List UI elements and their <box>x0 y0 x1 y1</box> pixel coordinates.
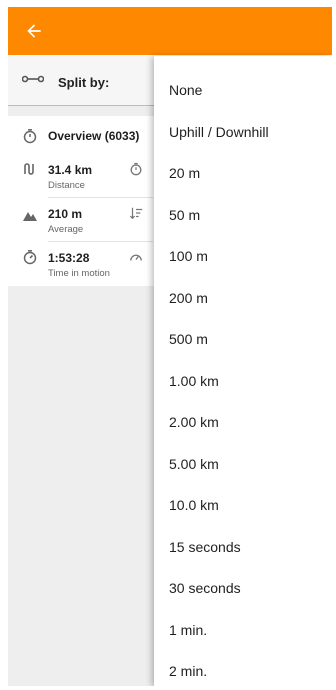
menu-item-5km[interactable]: 5.00 km <box>154 444 332 486</box>
menu-item-100m[interactable]: 100 m <box>154 236 332 278</box>
split-by-label: Split by: <box>58 75 110 90</box>
menu-item-2-min[interactable]: 2 min. <box>154 651 332 686</box>
menu-item-200m[interactable]: 200 m <box>154 278 332 320</box>
menu-item-15-seconds[interactable]: 15 seconds <box>154 527 332 569</box>
menu-item-none[interactable]: None <box>154 70 332 112</box>
distance-row: 31.4 km Distance <box>8 154 153 198</box>
menu-item-1-min[interactable]: 1 min. <box>154 610 332 652</box>
menu-item-20m[interactable]: 20 m <box>154 153 332 195</box>
distance-value: 31.4 km <box>48 163 93 177</box>
menu-item-30-seconds[interactable]: 30 seconds <box>154 568 332 610</box>
arrow-back-icon[interactable] <box>24 21 44 41</box>
mountain-icon <box>23 212 37 221</box>
stopwatch-icon <box>130 162 142 176</box>
menu-item-50m[interactable]: 50 m <box>154 195 332 237</box>
sort-icon <box>129 207 143 220</box>
split-by-dropdown-menu: None Uphill / Downhill 20 m 50 m 100 m 2… <box>154 56 332 686</box>
moving-time-icon <box>23 250 37 265</box>
time-value: 1:53:28 <box>48 251 90 265</box>
elevation-label: Average <box>48 224 84 235</box>
elevation-value: 210 m <box>48 207 83 221</box>
menu-item-2km[interactable]: 2.00 km <box>154 402 332 444</box>
speedometer-icon <box>130 254 142 261</box>
time-row: 1:53:28 Time in motion <box>8 242 153 286</box>
app-bar <box>8 7 332 55</box>
menu-item-10km[interactable]: 10.0 km <box>154 485 332 527</box>
distance-label: Distance <box>48 180 85 191</box>
menu-item-uphill-downhill[interactable]: Uphill / Downhill <box>154 112 332 154</box>
app-screen: Split by: Overview (6033) 31.4 km Distan… <box>8 7 332 686</box>
overview-label: Overview (6033) <box>48 129 140 143</box>
timer-icon <box>23 129 37 144</box>
menu-item-500m[interactable]: 500 m <box>154 319 332 361</box>
menu-item-1km[interactable]: 1.00 km <box>154 361 332 403</box>
overview-row[interactable]: Overview (6033) <box>8 116 153 152</box>
distance-icon <box>24 163 34 175</box>
time-label: Time in motion <box>48 268 110 279</box>
route-split-icon <box>22 75 44 83</box>
elevation-row: 210 m Average <box>8 198 153 242</box>
